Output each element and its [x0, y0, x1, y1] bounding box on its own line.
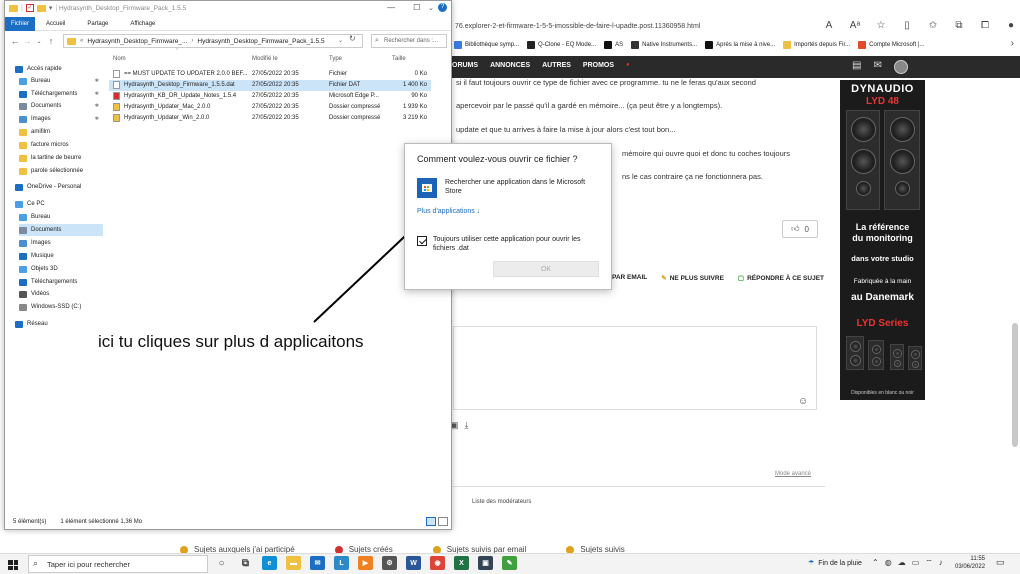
- l-app-icon[interactable]: L: [334, 556, 349, 570]
- system-tray: ⌃ ◍ ☁ ▭ ⌔ ♪: [872, 558, 943, 568]
- weather-widget[interactable]: ☂ Fin de la pluie: [808, 559, 862, 568]
- tray-app-icon[interactable]: ◍: [885, 558, 892, 568]
- tray-overflow-icon[interactable]: ⌃: [872, 558, 879, 568]
- settings-icon[interactable]: ⚙: [382, 556, 397, 570]
- tray-cloud-icon[interactable]: ☁: [898, 558, 906, 568]
- orange-app-icon[interactable]: ▶: [358, 556, 373, 570]
- notifications-icon[interactable]: ▭: [996, 557, 1005, 568]
- excel-icon[interactable]: X: [454, 556, 469, 570]
- file-explorer-icon[interactable]: ▬: [286, 556, 301, 570]
- taskbar-clock[interactable]: 11:55 03/06/2022: [955, 555, 985, 571]
- store-option-label: Rechercher une application dans le Micro…: [445, 179, 586, 195]
- windows-start-icon[interactable]: [8, 560, 18, 570]
- taskbar-search-placeholder: Taper ici pour rechercher: [47, 560, 130, 569]
- word-icon[interactable]: W: [406, 556, 421, 570]
- search-icon: ⌕: [33, 558, 39, 568]
- rain-cloud-icon: ☂: [808, 560, 815, 567]
- green-app-icon[interactable]: ✎: [502, 556, 517, 570]
- taskbar-apps: ○ ⧉ e ▬ ✉ L ▶ ⚙ W ◉ X ▣ ✎: [214, 556, 517, 570]
- chrome-icon[interactable]: ◉: [430, 556, 445, 570]
- clock-date: 03/06/2022: [955, 564, 986, 570]
- open-with-dialog: Comment voulez-vous ouvrir ce fichier ? …: [404, 143, 612, 290]
- microsoft-store-icon: [417, 178, 437, 198]
- screen: 76.explorer-2-et-firmware-1-5-5-imossibl…: [0, 0, 1020, 574]
- network-icon[interactable]: ⌔: [925, 558, 933, 568]
- cortana-icon[interactable]: ○: [214, 556, 229, 570]
- dialog-title: Comment voulez-vous ouvrir ce fichier ?: [417, 154, 578, 164]
- weather-text: Fin de la pluie: [818, 559, 862, 567]
- always-use-checkbox[interactable]: [417, 236, 427, 246]
- mail-icon[interactable]: ✉: [310, 556, 325, 570]
- annotation-text: ici tu cliques sur plus d applicaitons: [98, 332, 364, 351]
- media-app-icon[interactable]: ▣: [478, 556, 493, 570]
- task-view-icon[interactable]: ⧉: [238, 556, 253, 570]
- more-apps-link[interactable]: Plus d'applications ↓: [417, 208, 480, 215]
- battery-icon[interactable]: ▭: [912, 558, 920, 568]
- ok-button[interactable]: OK: [493, 261, 599, 277]
- edge-icon[interactable]: e: [262, 556, 277, 570]
- clock-time: 11:55: [970, 556, 985, 562]
- volume-icon[interactable]: ♪: [939, 558, 943, 568]
- always-use-label[interactable]: Toujours utiliser cette application pour…: [433, 235, 603, 253]
